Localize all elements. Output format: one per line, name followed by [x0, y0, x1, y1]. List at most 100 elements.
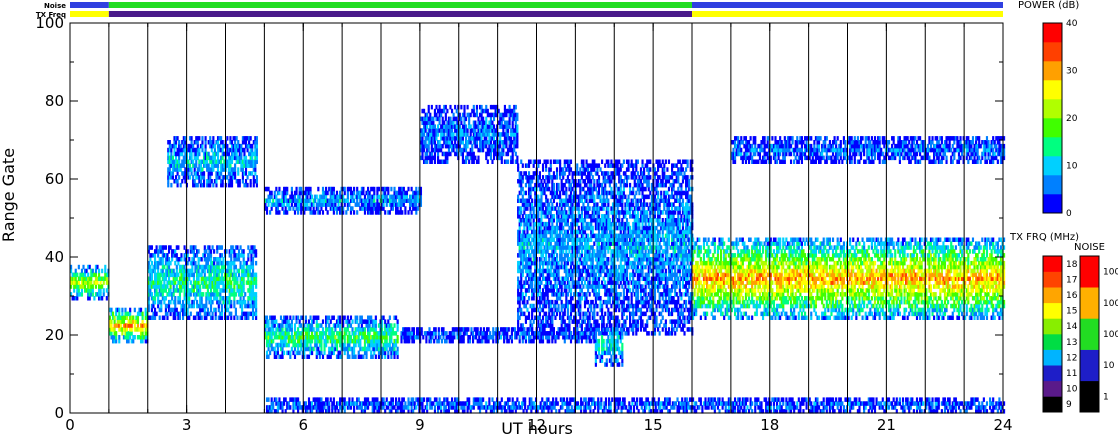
echo-cell — [242, 257, 245, 262]
echo-cell — [104, 268, 107, 274]
echo-cell — [580, 198, 583, 203]
echo-cell — [563, 182, 566, 188]
echo-cell — [396, 335, 399, 340]
echo-cell — [524, 171, 527, 176]
echo-cell — [339, 350, 342, 356]
echo-cell — [520, 206, 523, 211]
echo-cell — [582, 202, 585, 207]
echo-cell — [557, 186, 560, 192]
echo-cell — [133, 323, 136, 328]
echo-cell — [524, 276, 527, 281]
echo-cell — [596, 202, 599, 207]
echo-cell — [590, 323, 593, 328]
echo-cell — [485, 116, 488, 122]
echo-cell — [343, 190, 346, 196]
echo-cell — [511, 151, 514, 157]
echo-cell — [426, 159, 429, 164]
echo-cell — [359, 342, 362, 348]
echo-cell — [150, 307, 154, 313]
echo-cell — [587, 299, 590, 305]
echo-cell — [168, 140, 171, 145]
echo-cell — [357, 323, 360, 328]
echo-cell — [520, 159, 523, 164]
echo-cell — [365, 350, 368, 356]
echo-cell — [548, 171, 551, 176]
echo-cell — [167, 257, 171, 262]
echo-cell — [523, 296, 526, 301]
echo-cell — [287, 331, 290, 336]
echo-cell — [555, 175, 559, 180]
echo-cell — [518, 225, 521, 231]
echo-cell — [475, 140, 479, 145]
echo-cell — [175, 264, 178, 270]
echo-cell — [334, 202, 337, 207]
echo-cell — [520, 276, 523, 281]
echo-cell — [73, 288, 76, 293]
echo-cell — [298, 194, 301, 200]
echo-cell — [521, 186, 524, 192]
echo-cell — [569, 299, 573, 305]
echo-cell — [390, 186, 393, 192]
echo-cell — [577, 280, 580, 285]
echo-cell — [216, 155, 220, 161]
echo-cell — [537, 194, 540, 200]
echo-cell — [267, 319, 270, 324]
echo-cell — [97, 272, 101, 278]
echo-cell — [368, 323, 371, 328]
echo-cell — [353, 186, 356, 192]
echo-cell — [580, 175, 583, 180]
echo-cell — [315, 319, 318, 324]
echo-cell — [391, 327, 395, 332]
echo-cell — [452, 120, 455, 125]
echo-cell — [230, 315, 233, 320]
echo-cell — [245, 260, 248, 266]
echo-cell — [444, 104, 447, 110]
echo-cell — [588, 249, 591, 254]
echo-cell — [566, 221, 569, 227]
echo-cell — [563, 307, 566, 313]
echo-cell — [527, 315, 531, 320]
echo-cell — [427, 108, 430, 114]
echo-cell — [471, 147, 474, 153]
echo-cell — [153, 299, 157, 305]
echo-cell — [373, 186, 376, 192]
echo-cell — [132, 315, 135, 320]
echo-cell — [171, 175, 175, 180]
echo-cell — [300, 323, 303, 328]
echo-cell — [175, 276, 178, 281]
echo-cell — [242, 249, 245, 254]
echo-cell — [297, 210, 300, 215]
echo-cell — [332, 186, 335, 192]
echo-cell — [179, 182, 182, 188]
echo-cell — [588, 276, 591, 281]
echo-cell — [477, 124, 480, 129]
echo-cell — [557, 214, 560, 219]
echo-cell — [91, 288, 94, 293]
echo-cell — [161, 257, 164, 262]
echo-cell — [415, 202, 418, 207]
echo-cell — [234, 307, 237, 313]
echo-cell — [174, 143, 178, 149]
echo-cell — [579, 284, 582, 289]
echo-cell — [579, 179, 582, 184]
echo-cell — [205, 280, 208, 285]
echo-cell — [276, 350, 279, 356]
echo-cell — [436, 132, 440, 137]
echo-cell — [463, 108, 466, 114]
echo-cell — [554, 206, 557, 211]
echo-cell — [241, 167, 244, 172]
echo-cell — [526, 280, 529, 285]
echo-cell — [243, 147, 246, 153]
echo-cell — [192, 276, 195, 281]
echo-cell — [356, 315, 359, 320]
echo-cell — [440, 147, 443, 153]
echo-cell — [157, 268, 160, 274]
echo-cell — [500, 155, 503, 161]
echo-cell — [235, 151, 238, 157]
echo-cell — [104, 264, 107, 270]
echo-cell — [468, 116, 471, 122]
echo-cell — [181, 315, 185, 320]
echo-cell — [526, 245, 529, 250]
echo-cell — [579, 182, 582, 188]
echo-cell — [167, 151, 170, 157]
